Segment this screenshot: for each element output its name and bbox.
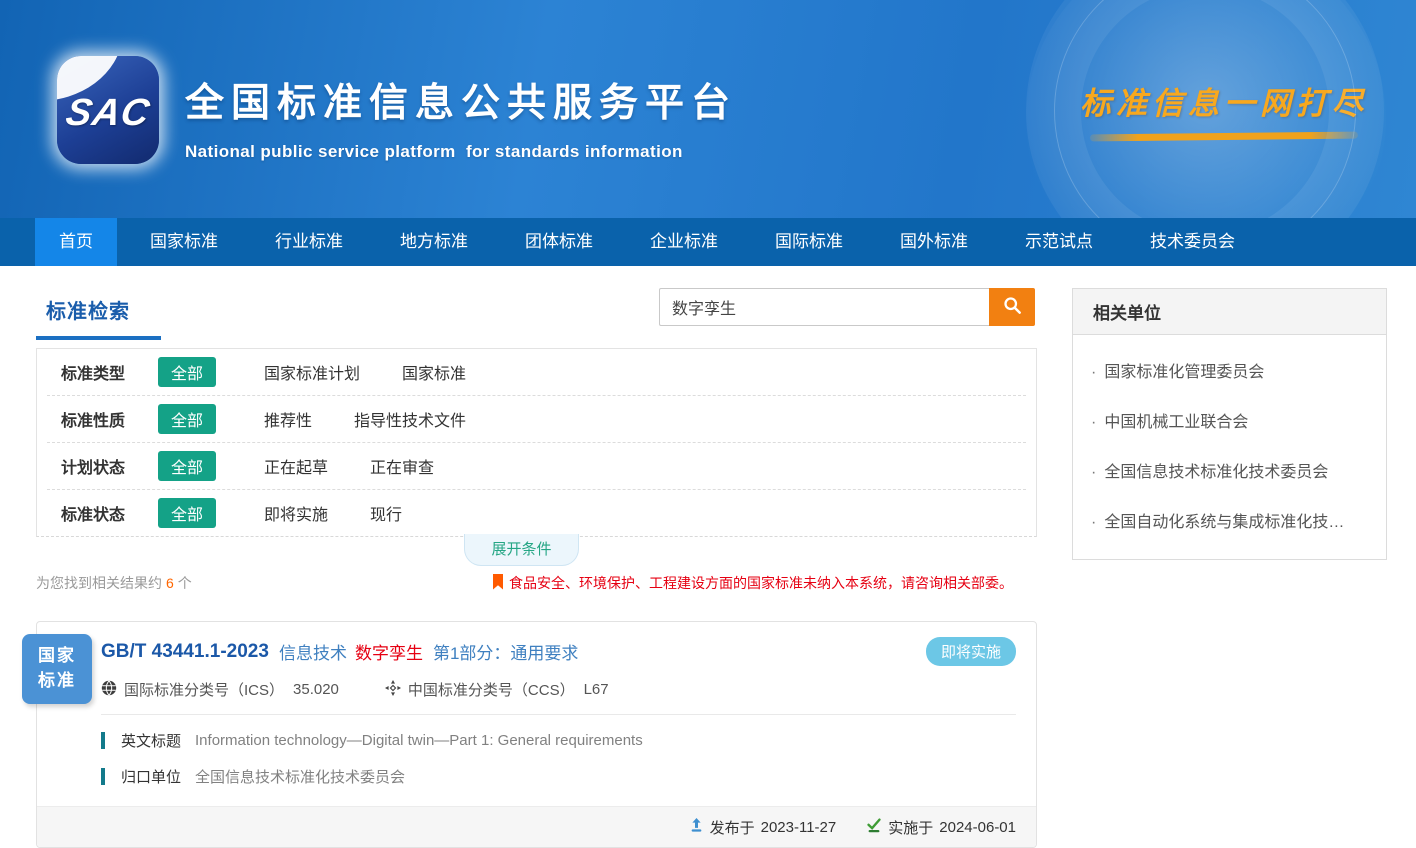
slogan-underline [1090, 132, 1358, 142]
publish-date: 发布于 2023-11-27 [689, 817, 837, 838]
nav-international-standard[interactable]: 国际标准 [751, 218, 867, 266]
filter-selected-all[interactable]: 全部 [158, 498, 216, 528]
dept-row: 归口单位 全国信息技术标准化技术委员会 [101, 766, 1016, 787]
related-unit-link[interactable]: ·中国机械工业联合会 [1091, 395, 1368, 445]
result-count-number: 6 [166, 575, 174, 591]
filter-label: 计划状态 [61, 454, 158, 478]
filter-box: 标准类型 全部 国家标准计划 国家标准 标准性质 全部 推荐性 指导性技术文件 … [36, 348, 1037, 537]
notice-text: 食品安全、环境保护、工程建设方面的国家标准未纳入本系统，请咨询相关部委。 [509, 573, 1013, 593]
filter-label: 标准性质 [61, 407, 158, 431]
bullet: · [1091, 464, 1096, 481]
ics-value: 35.020 [293, 681, 339, 698]
bullet: · [1091, 414, 1096, 431]
filter-selected-all[interactable]: 全部 [158, 451, 216, 481]
filter-selected-all[interactable]: 全部 [158, 404, 216, 434]
nav-industry-standard[interactable]: 行业标准 [251, 218, 367, 266]
section-title: 标准检索 [36, 295, 161, 324]
filter-option[interactable]: 指导性技术文件 [354, 407, 466, 431]
card-footer: 发布于 2023-11-27 实施于 2024-06-01 [37, 806, 1036, 847]
status-badge: 即将实施 [926, 637, 1016, 666]
filter-option[interactable]: 正在审查 [370, 454, 434, 478]
site-subtitle: National public service platform for sta… [185, 142, 737, 162]
bullet: · [1091, 514, 1096, 531]
standard-title-highlight[interactable]: 数字孪生 [355, 639, 423, 664]
ccs-value: L67 [584, 681, 609, 698]
filter-option[interactable]: 即将实施 [264, 501, 328, 525]
filter-option[interactable]: 国家标准计划 [264, 360, 360, 384]
sac-logo[interactable]: SAC [57, 56, 159, 164]
teal-bar [101, 732, 105, 749]
divider [101, 714, 1016, 715]
header-banner: SAC 全国标准信息公共服务平台 National public service… [0, 0, 1416, 218]
search-icon [1002, 295, 1023, 319]
filter-option[interactable]: 正在起草 [264, 454, 328, 478]
notice: 食品安全、环境保护、工程建设方面的国家标准未纳入本系统，请咨询相关部委。 [492, 573, 1013, 593]
standard-code-link[interactable]: GB/T 43441.1-2023 [101, 641, 269, 663]
filter-row-type: 标准类型 全部 国家标准计划 国家标准 [37, 349, 1036, 395]
teal-bar [101, 768, 105, 785]
related-units-box: 相关单位 ·国家标准化管理委员会 ·中国机械工业联合会 ·全国信息技术标准化技术… [1072, 288, 1387, 560]
main-nav: 首页 国家标准 行业标准 地方标准 团体标准 企业标准 国际标准 国外标准 示范… [0, 218, 1416, 266]
publish-icon [689, 817, 710, 837]
national-standard-badge: 国家 标准 [22, 634, 92, 704]
ccs-classification: 中国标准分类号（CCS） L67 [385, 679, 609, 700]
filter-row-plan-status: 计划状态 全部 正在起草 正在审查 [37, 443, 1036, 489]
filter-row-standard-status: 标准状态 全部 即将实施 现行 [37, 490, 1036, 536]
filter-label: 标准状态 [61, 501, 158, 525]
filter-label: 标准类型 [61, 360, 158, 384]
filter-row-nature: 标准性质 全部 推荐性 指导性技术文件 [37, 396, 1036, 442]
related-unit-link[interactable]: ·全国自动化系统与集成标准化技… [1091, 495, 1368, 545]
filter-option[interactable]: 现行 [370, 501, 402, 525]
related-unit-link[interactable]: ·国家标准化管理委员会 [1091, 345, 1368, 395]
filter-option[interactable]: 推荐性 [264, 407, 312, 431]
banner-slogan: 标准信息一网打尽 [1080, 78, 1368, 140]
standard-title-part[interactable]: 信息技术 [279, 639, 347, 664]
bullet: · [1091, 364, 1096, 381]
search-input[interactable] [659, 288, 989, 326]
filter-option[interactable]: 国家标准 [402, 360, 466, 384]
nav-national-standard[interactable]: 国家标准 [126, 218, 242, 266]
result-card: 国家 标准 GB/T 43441.1-2023 信息技术 数字孪生 第1部分：通… [36, 621, 1037, 848]
nav-enterprise-standard[interactable]: 企业标准 [626, 218, 742, 266]
nav-technical-committee[interactable]: 技术委员会 [1126, 218, 1259, 266]
filter-selected-all[interactable]: 全部 [158, 357, 216, 387]
compass-icon [385, 680, 408, 700]
nav-foreign-standard[interactable]: 国外标准 [876, 218, 992, 266]
slogan-text: 标准信息一网打尽 [1080, 78, 1368, 123]
globe-icon [101, 680, 124, 700]
implement-date: 实施于 2024-06-01 [866, 817, 1016, 838]
nav-pilot[interactable]: 示范试点 [1001, 218, 1117, 266]
related-unit-link[interactable]: ·全国信息技术标准化技术委员会 [1091, 445, 1368, 495]
check-icon [866, 817, 888, 837]
result-count: 为您找到相关结果约6个 [36, 573, 192, 593]
sac-logo-text: SAC [57, 92, 159, 135]
nav-group-standard[interactable]: 团体标准 [501, 218, 617, 266]
section-title-underline [36, 336, 161, 340]
english-title-row: 英文标题 Information technology—Digital twin… [101, 730, 1016, 751]
nav-home[interactable]: 首页 [35, 218, 117, 266]
standard-title-part[interactable]: 第1部分：通用要求 [433, 639, 578, 664]
dept-value: 全国信息技术标准化技术委员会 [195, 766, 405, 787]
expand-conditions-button[interactable]: 展开条件 [464, 534, 578, 566]
ics-classification: 国际标准分类号（ICS） 35.020 [101, 679, 339, 700]
bookmark-icon [492, 574, 509, 593]
nav-local-standard[interactable]: 地方标准 [376, 218, 492, 266]
search-button[interactable] [989, 288, 1035, 326]
related-units-title: 相关单位 [1073, 289, 1386, 335]
site-title: 全国标准信息公共服务平台 [185, 72, 737, 128]
english-title-value: Information technology—Digital twin—Part… [195, 732, 643, 749]
